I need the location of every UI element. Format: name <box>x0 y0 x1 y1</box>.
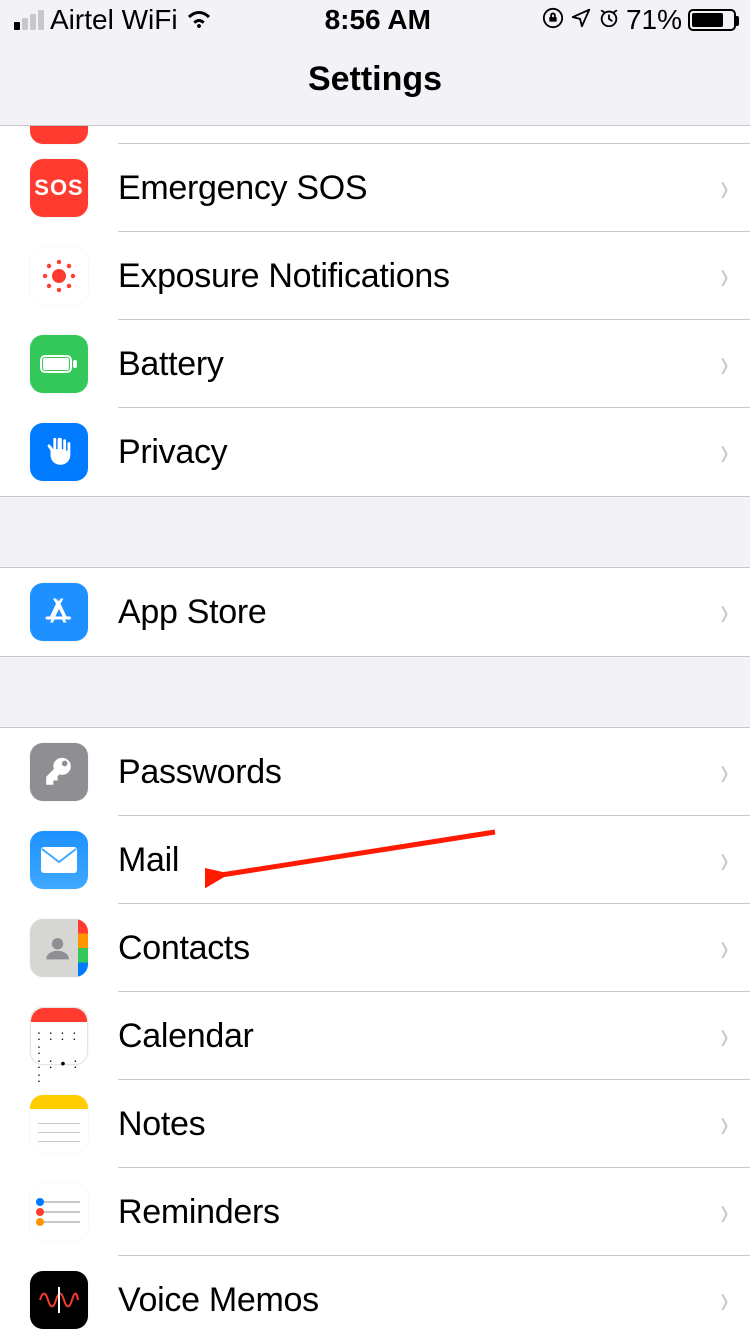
settings-row-app-store[interactable]: App Store › <box>0 568 750 656</box>
chevron-right-icon: › <box>720 838 742 883</box>
settings-row-contacts[interactable]: Contacts › <box>0 904 750 992</box>
settings-row-passwords[interactable]: Passwords › <box>0 728 750 816</box>
settings-row-battery[interactable]: Battery › <box>0 320 750 408</box>
group-separator <box>0 657 750 727</box>
settings-row-reminders[interactable]: Reminders › <box>0 1168 750 1256</box>
contacts-icon <box>30 919 88 977</box>
row-label: Voice Memos <box>118 1281 713 1320</box>
row-label: Calendar <box>118 1017 713 1056</box>
row-label: Privacy <box>118 433 713 472</box>
waveform-icon <box>30 126 88 144</box>
chevron-right-icon: › <box>720 1190 742 1235</box>
settings-row-calendar[interactable]: : : : : :: : • : : Calendar › <box>0 992 750 1080</box>
row-label: Passwords <box>118 753 713 792</box>
battery-app-icon <box>30 335 88 393</box>
location-icon <box>570 4 592 36</box>
row-label: Notes <box>118 1105 713 1144</box>
calendar-icon: : : : : :: : • : : <box>30 1007 88 1065</box>
row-label: Battery <box>118 345 713 384</box>
row-label: Exposure Notifications <box>118 257 713 296</box>
chevron-right-icon: › <box>720 590 742 635</box>
sos-icon: SOS <box>30 159 88 217</box>
settings-group-device: SOS Emergency SOS › Exposure Notificatio… <box>0 126 750 497</box>
chevron-right-icon: › <box>720 254 742 299</box>
settings-group-apps: Passwords › Mail › Contacts › : : : : ::… <box>0 727 750 1334</box>
mail-icon <box>30 831 88 889</box>
settings-row-partial[interactable] <box>0 126 750 144</box>
battery-icon <box>688 9 736 31</box>
hand-icon <box>30 423 88 481</box>
chevron-right-icon: › <box>720 342 742 387</box>
settings-row-voice-memos[interactable]: Voice Memos › <box>0 1256 750 1334</box>
voicememos-icon <box>30 1271 88 1329</box>
row-label: Emergency SOS <box>118 169 713 208</box>
appstore-icon <box>30 583 88 641</box>
chevron-right-icon: › <box>720 1102 742 1147</box>
chevron-right-icon: › <box>720 750 742 795</box>
status-right: 71% <box>542 4 736 36</box>
chevron-right-icon: › <box>720 1014 742 1059</box>
chevron-right-icon: › <box>720 1278 742 1323</box>
status-left: Airtel WiFi <box>14 4 214 36</box>
alarm-icon <box>598 4 620 36</box>
row-label: Reminders <box>118 1193 713 1232</box>
rotation-lock-icon <box>542 4 564 36</box>
row-label: App Store <box>118 593 713 632</box>
chevron-right-icon: › <box>720 430 742 475</box>
battery-pct-label: 71% <box>626 4 682 36</box>
row-label: Contacts <box>118 929 713 968</box>
clock-label: 8:56 AM <box>214 4 542 36</box>
carrier-label: Airtel WiFi <box>50 4 178 36</box>
page-title: Settings <box>0 40 750 126</box>
settings-row-emergency-sos[interactable]: SOS Emergency SOS › <box>0 144 750 232</box>
status-bar: Airtel WiFi 8:56 AM 71% <box>0 0 750 40</box>
chevron-right-icon: › <box>720 166 742 211</box>
row-label: Mail <box>118 841 713 880</box>
chevron-right-icon: › <box>720 926 742 971</box>
exposure-icon <box>30 247 88 305</box>
reminders-icon <box>30 1183 88 1241</box>
settings-row-privacy[interactable]: Privacy › <box>0 408 750 496</box>
settings-group-store: App Store › <box>0 567 750 657</box>
key-icon <box>30 743 88 801</box>
cellular-signal-icon <box>14 10 44 30</box>
settings-row-exposure-notifications[interactable]: Exposure Notifications › <box>0 232 750 320</box>
settings-row-mail[interactable]: Mail › <box>0 816 750 904</box>
settings-row-notes[interactable]: Notes › <box>0 1080 750 1168</box>
group-separator <box>0 497 750 567</box>
notes-icon <box>30 1095 88 1153</box>
wifi-icon <box>184 4 214 36</box>
